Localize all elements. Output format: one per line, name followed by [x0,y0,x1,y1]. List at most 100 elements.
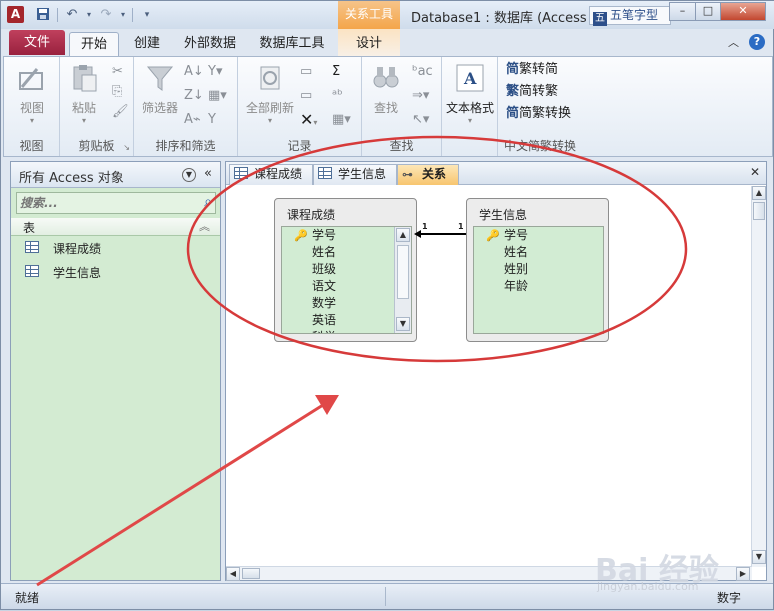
redo-dropdown-icon[interactable]: ▾ [120,7,126,23]
group-records: 全部刷新 ▾ ▭ Σ ▭ ᵃᵇ ✕▾ ▦▾ 记录 [238,57,362,156]
field-list-scrollbar[interactable]: ▲ ▼ [394,227,411,333]
tab-create[interactable]: 创建 [127,32,167,56]
cut-icon[interactable]: ✂ [112,63,123,81]
more-icon[interactable]: ▦▾ [332,111,351,129]
scroll-thumb[interactable] [753,202,765,220]
search-icon[interactable]: ⌕ [204,194,212,210]
nav-item-student-info[interactable]: 学生信息 [11,261,220,283]
document-tab-strip: 课程成绩 学生信息 ⊶ 关系 ✕ [226,162,766,185]
undo-icon[interactable]: ↶ [64,7,80,23]
customize-qat-icon[interactable]: ▾ [139,7,155,23]
toggle-filter-icon[interactable]: Y [208,111,216,129]
spelling-icon[interactable]: ᵃᵇ [332,87,343,105]
field-list: 🔑 学号 姓名 班级 语文 数学 英语 科学 ▲ ▼ [281,226,412,334]
dialog-launcher-icon[interactable]: ↘ [123,143,130,152]
doc-tab-relationships[interactable]: ⊶ 关系 [397,164,459,185]
close-icon[interactable]: ✕ [750,165,760,179]
undo-dropdown-icon[interactable]: ▾ [86,7,92,23]
relationships-canvas[interactable]: 课程成绩 🔑 学号 姓名 班级 语文 数学 英语 科学 ▲ ▼ [226,186,752,566]
scroll-thumb[interactable] [242,568,260,579]
nav-header[interactable]: 所有 Access 对象 ▼ « [11,162,220,188]
nav-group-tables[interactable]: 表 ︽ [11,218,220,236]
nav-menu-dropdown-icon[interactable]: ▼ [182,168,196,182]
paste-label: 粘贴 [71,101,96,115]
totals-icon[interactable]: Σ [332,63,340,81]
doc-tab-student-info[interactable]: 学生信息 [313,164,397,185]
group-sort-filter: 筛选器 A↓ Y▾ Z↓ ▦▾ A⌁ Y 排序和筛选 [134,57,238,156]
sort-ascending-icon[interactable]: A↓ [184,63,204,81]
text-format-button[interactable]: A 文本格式 ▾ [444,63,496,125]
filter-button[interactable]: 筛选器 [138,63,182,116]
table-icon [25,265,39,277]
new-record-icon[interactable]: ▭ [300,63,312,81]
tab-design[interactable]: 设计 [346,32,392,56]
simp-to-trad-button[interactable]: 繁简转繁 [506,83,558,101]
vertical-scrollbar[interactable]: ▲ ▼ [751,186,766,567]
primary-key-icon: 🔑 [294,229,308,242]
nav-item-label: 课程成绩 [53,242,102,256]
ribbon-right-controls: ︿ ? [728,34,765,50]
scroll-down-icon[interactable]: ▼ [396,317,410,331]
trad-to-simp-icon: 简 [506,62,520,77]
field-name: 年龄 [504,279,529,293]
help-icon[interactable]: ? [749,34,765,50]
simp-trad-convert-label: 简繁转换 [519,106,572,121]
chevron-down-icon: ▾ [29,116,34,125]
paste-button[interactable]: 粘贴 ▾ [66,63,102,125]
group-find: 查找 ᵇac ⇒▾ ↖▾ 查找 [362,57,442,156]
chevron-down-icon: ▾ [81,116,86,125]
selection-filter-icon[interactable]: Y▾ [208,63,222,81]
field-name: 英语 [312,313,337,327]
replace-icon[interactable]: ᵇac [412,63,433,81]
relationship-table-student-info[interactable]: 学生信息 🔑 学号 姓名 姓别 年龄 [466,198,609,342]
scroll-left-icon[interactable]: ◀ [226,567,240,581]
nav-search-box: ⌕ [16,192,216,214]
simp-trad-convert-icon: 简 [506,106,520,121]
text-format-label: 文本格式 [445,101,494,115]
save-icon[interactable] [35,7,51,23]
field-name: 科学 [312,329,336,333]
find-button[interactable]: 查找 [366,63,406,116]
simp-trad-convert-button[interactable]: 简简繁转换 [506,105,571,123]
trad-to-simp-button[interactable]: 简繁转简 [506,61,558,79]
tab-database-tools[interactable]: 数据库工具 [255,32,329,56]
collapse-pane-icon[interactable]: « [204,166,212,181]
relationship-table-course-scores[interactable]: 课程成绩 🔑 学号 姓名 班级 语文 数学 英语 科学 ▲ ▼ [274,198,417,342]
scroll-up-icon[interactable]: ▲ [752,186,766,200]
scroll-thumb[interactable] [397,245,409,299]
copy-icon[interactable]: ⎘ [112,83,122,101]
filter-icon [144,63,176,95]
access-app-icon[interactable]: A [7,6,24,23]
tab-external-data[interactable]: 外部数据 [179,32,241,56]
ime-label: 五笔字型 [610,8,659,22]
sort-descending-icon[interactable]: Z↓ [184,87,204,105]
svg-text:A: A [463,69,477,88]
maximize-button[interactable]: □ [695,2,721,21]
chevron-down-icon: ▾ [267,116,272,125]
tab-home[interactable]: 开始 [69,32,119,56]
status-divider [385,587,386,606]
close-button[interactable]: ✕ [720,2,766,21]
ime-indicator[interactable]: 五五笔字型 [589,6,671,26]
chevron-up-icon[interactable]: ︿ [728,34,739,50]
select-icon[interactable]: ↖▾ [412,111,429,129]
view-button[interactable]: 视图 ▾ [12,63,52,125]
minimize-button[interactable]: – [669,2,696,21]
chevron-up-icon[interactable]: ︽ [199,218,210,234]
document-area: 课程成绩 学生信息 ⊶ 关系 ✕ 课程成绩 🔑 学号 姓名 班级 语文 数学 英语 [225,161,767,581]
advanced-filter-icon[interactable]: ▦▾ [208,87,227,105]
doc-tab-course-scores[interactable]: 课程成绩 [229,164,313,185]
nav-search-input[interactable] [17,193,195,213]
tab-file[interactable]: 文件 [9,30,65,55]
goto-icon[interactable]: ⇒▾ [412,87,429,105]
delete-icon[interactable]: ✕▾ [300,111,317,132]
refresh-all-button[interactable]: 全部刷新 ▾ [242,63,298,125]
save-record-icon[interactable]: ▭ [300,87,312,105]
format-painter-icon[interactable]: 🖌 [112,103,129,121]
scroll-up-icon[interactable]: ▲ [396,228,410,242]
field-name: 姓名 [504,245,529,259]
find-label: 查找 [373,101,398,115]
nav-item-course-scores[interactable]: 课程成绩 [11,237,220,259]
clear-sort-icon[interactable]: A⌁ [184,111,201,129]
redo-icon[interactable]: ↷ [98,7,114,23]
